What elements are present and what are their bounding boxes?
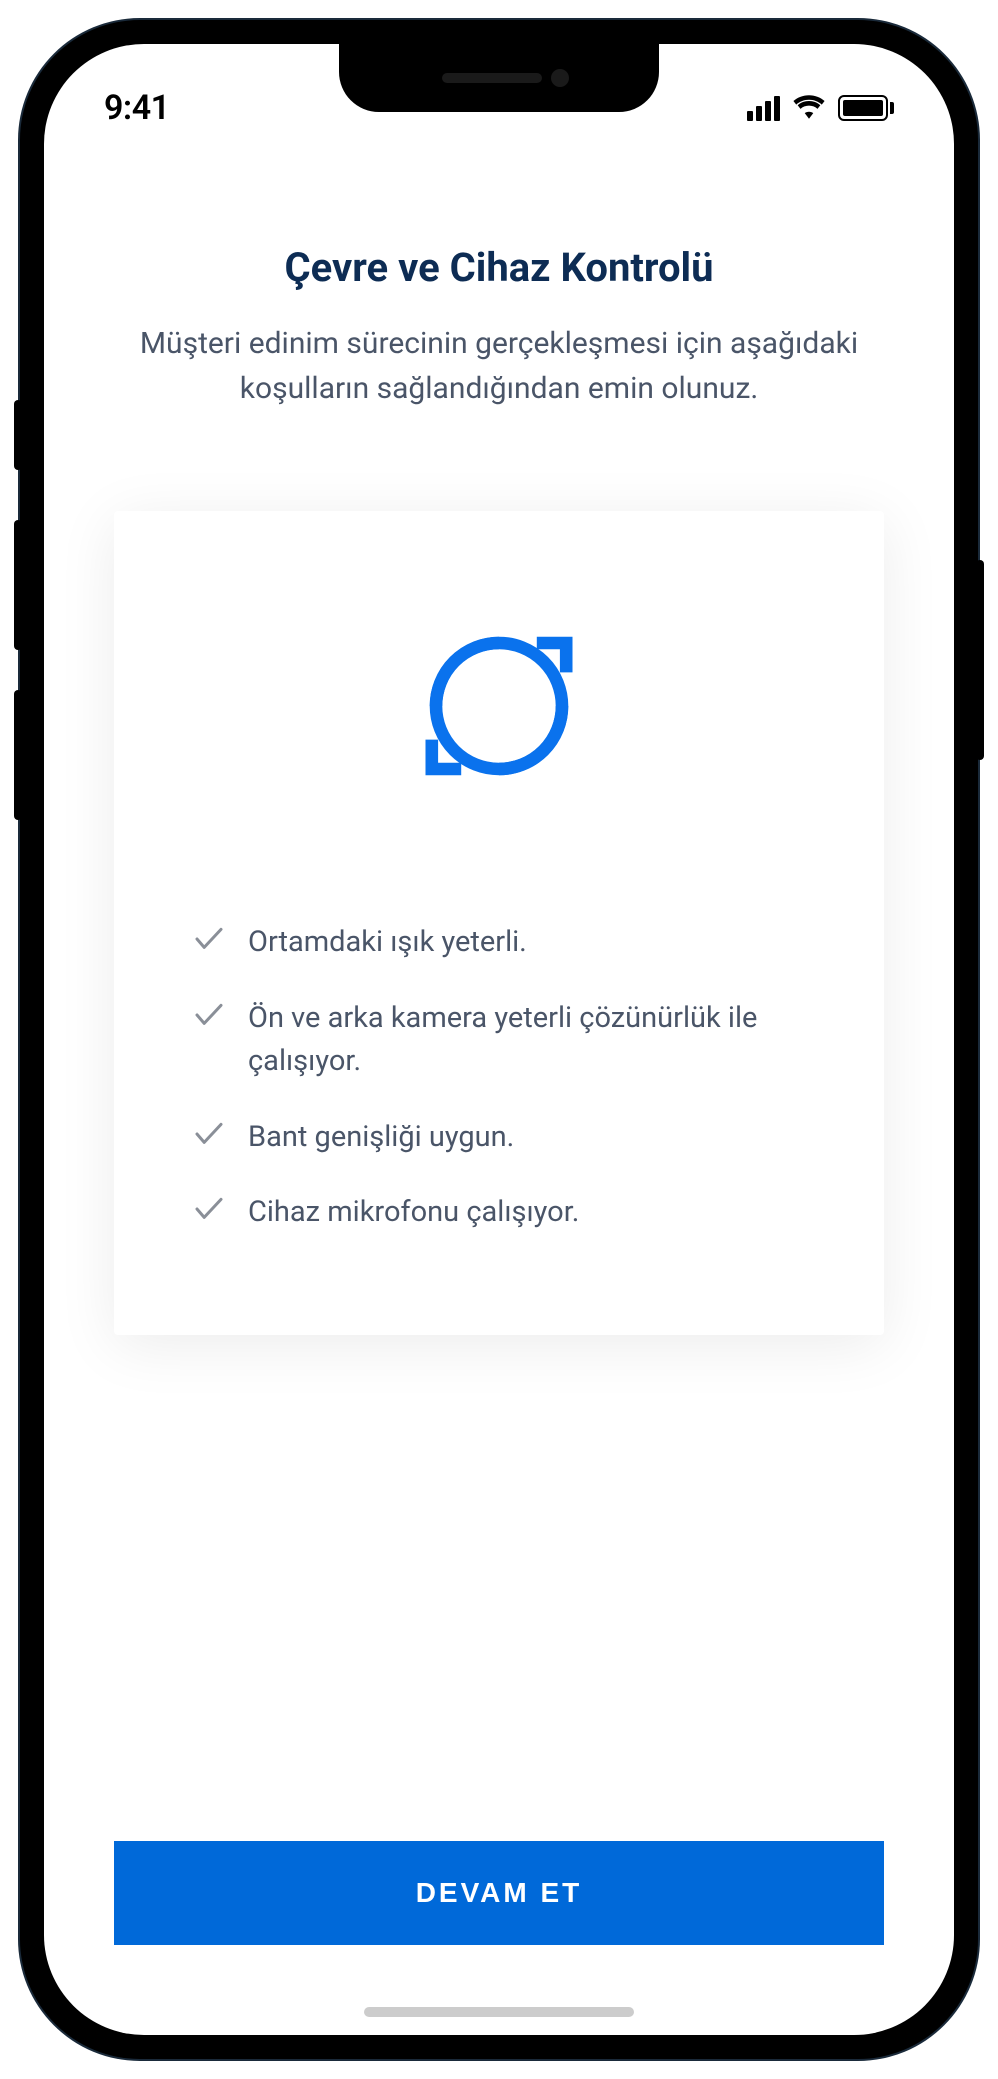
check-icon <box>194 927 224 955</box>
page-title: Çevre ve Cihaz Kontrolü <box>104 244 894 291</box>
notch <box>339 44 659 112</box>
check-card: Ortamdaki ışık yeterli. Ön ve arka kamer… <box>114 511 884 1335</box>
checklist-text: Cihaz mikrofonu çalışıyor. <box>248 1191 579 1235</box>
power-button <box>976 560 984 760</box>
checklist-text: Ortamdaki ışık yeterli. <box>248 921 527 965</box>
speaker <box>442 73 542 83</box>
check-icon <box>194 1003 224 1031</box>
checklist-text: Ön ve arka kamera yeterli çözünürlük ile… <box>248 997 824 1084</box>
checklist-text: Bant genişliği uygun. <box>248 1116 514 1160</box>
phone-frame: 9:41 <box>20 20 978 2059</box>
front-camera <box>551 69 569 87</box>
volume-down-button <box>14 690 22 820</box>
home-indicator[interactable] <box>364 2007 634 2017</box>
battery-icon <box>838 95 894 121</box>
checklist-item: Cihaz mikrofonu çalışıyor. <box>194 1191 824 1235</box>
wifi-icon <box>792 93 826 123</box>
refresh-icon <box>174 601 824 811</box>
page-subtitle: Müşteri edinim sürecinin gerçekleşmesi i… <box>104 321 894 411</box>
checklist-item: Ön ve arka kamera yeterli çözünürlük ile… <box>194 997 824 1084</box>
mute-switch <box>14 400 22 470</box>
phone-screen: 9:41 <box>44 44 954 2035</box>
cellular-signal-icon <box>747 96 780 121</box>
check-icon <box>194 1122 224 1150</box>
check-icon <box>194 1197 224 1225</box>
checklist-item: Ortamdaki ışık yeterli. <box>194 921 824 965</box>
checklist-item: Bant genişliği uygun. <box>194 1116 824 1160</box>
volume-up-button <box>14 520 22 650</box>
continue-button[interactable]: DEVAM ET <box>114 1841 884 1945</box>
content-area: Çevre ve Cihaz Kontrolü Müşteri edinim s… <box>44 144 954 2035</box>
status-icons <box>747 93 894 123</box>
status-time: 9:41 <box>104 88 170 128</box>
checklist: Ortamdaki ışık yeterli. Ön ve arka kamer… <box>174 921 824 1235</box>
button-container: DEVAM ET <box>104 1841 894 1995</box>
